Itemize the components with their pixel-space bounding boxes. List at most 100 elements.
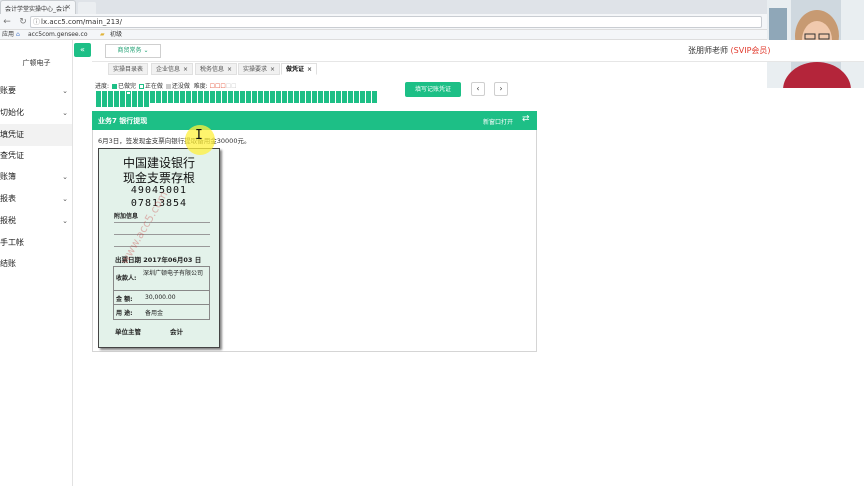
sidebar-item-4[interactable]: 账簿 ⌄	[0, 166, 72, 188]
sidebar-item-7[interactable]: 手工帐	[0, 232, 72, 254]
home-icon[interactable]: ⌂	[16, 30, 20, 40]
back-icon[interactable]: ←	[2, 16, 12, 28]
progress-cell[interactable]	[258, 99, 263, 103]
progress-cell[interactable]	[114, 103, 119, 107]
progress-cell[interactable]	[216, 99, 221, 103]
task-description: 6月3日，签发现金支票向银行提取备用金30000元。	[98, 137, 251, 145]
progress-cell[interactable]	[228, 99, 233, 103]
progress-cell[interactable]	[276, 99, 281, 103]
progress-cell[interactable]	[300, 99, 305, 103]
url-input[interactable]: ⓘ lx.acc5.com/main_213/	[30, 16, 762, 28]
progress-cell[interactable]	[270, 99, 275, 103]
progress-cell[interactable]	[180, 99, 185, 103]
progress-cell[interactable]	[192, 99, 197, 103]
close-icon[interactable]: ×	[227, 66, 232, 73]
close-icon[interactable]: ×	[270, 66, 275, 73]
progress-cell[interactable]	[264, 99, 269, 103]
prev-button[interactable]: ‹	[471, 82, 485, 96]
tab-label: 实操要求	[243, 66, 268, 73]
progress-cell[interactable]	[120, 103, 125, 107]
tab-tax-info[interactable]: 税务信息 ×	[195, 63, 238, 75]
progress-cell[interactable]	[312, 99, 317, 103]
progress-cell[interactable]	[234, 99, 239, 103]
sidebar-item-3[interactable]: 查凭证	[0, 145, 72, 167]
tab-company-info[interactable]: 企业信息 ×	[151, 63, 194, 75]
purpose-label: 用 途:	[116, 310, 133, 317]
browser-tab-bar	[0, 0, 864, 14]
amount-label: 金 额:	[116, 296, 133, 303]
sidebar-item-label: 填凭证	[0, 130, 24, 139]
progress-cell[interactable]	[348, 99, 353, 103]
progress-cell[interactable]	[132, 103, 137, 107]
progress-cell[interactable]	[240, 99, 245, 103]
progress-cell[interactable]	[306, 99, 311, 103]
progress-cell[interactable]	[186, 99, 191, 103]
sidebar-item-1[interactable]: 切始化 ⌄	[0, 102, 72, 124]
difficulty-empty-stars: ☐☐	[225, 83, 237, 90]
supervisor-label: 单位主管	[115, 328, 141, 336]
collapse-sidebar-button[interactable]: «	[74, 43, 91, 57]
progress-cell[interactable]	[156, 99, 161, 103]
sidebar-item-label: 切始化	[0, 108, 24, 117]
close-icon[interactable]: ×	[183, 66, 188, 73]
progress-cell[interactable]	[318, 99, 323, 103]
progress-cell[interactable]	[288, 99, 293, 103]
progress-cell[interactable]	[108, 103, 113, 107]
progress-cell[interactable]	[204, 99, 209, 103]
progress-cell[interactable]	[366, 99, 371, 103]
sidebar-item-0[interactable]: 账要 ⌄	[0, 80, 72, 102]
progress-cell[interactable]	[174, 99, 179, 103]
progress-cell[interactable]	[342, 99, 347, 103]
progress-cell[interactable]	[282, 99, 287, 103]
browser-tab[interactable]: 会计学堂实操中心_会计 ×	[0, 0, 76, 14]
tab-voucher[interactable]: 做凭证 ×	[281, 63, 318, 75]
progress-cell[interactable]	[294, 99, 299, 103]
accountant-label: 会计	[170, 328, 183, 336]
tab-catalog[interactable]: 实操目录表	[108, 63, 149, 75]
close-icon[interactable]: ×	[307, 66, 312, 73]
bookmarks-bar: 应用 ⌂ acc5com.gensee.co ▰ 初级	[0, 30, 864, 40]
open-new-window-link[interactable]: 新窗口打开	[483, 117, 513, 126]
progress-cell[interactable]	[126, 103, 131, 107]
page-info-icon: ⓘ	[33, 18, 40, 26]
progress-cell[interactable]	[198, 99, 203, 103]
progress-cell[interactable]	[360, 99, 365, 103]
fill-voucher-button[interactable]: 填写记账凭证	[405, 82, 461, 97]
sidebar-item-8[interactable]: 结账	[0, 253, 72, 275]
swap-icon[interactable]: ⇄	[522, 114, 530, 124]
progress-cell[interactable]	[252, 99, 257, 103]
next-button[interactable]: ›	[494, 82, 508, 96]
progress-cell[interactable]	[96, 103, 101, 107]
progress-cell[interactable]	[324, 99, 329, 103]
stub-rule	[114, 234, 210, 235]
progress-cell[interactable]	[168, 99, 173, 103]
progress-cell[interactable]	[222, 99, 227, 103]
progress-cell[interactable]	[162, 99, 167, 103]
reload-icon[interactable]: ↻	[18, 16, 28, 28]
sidebar-item-2[interactable]: 填凭证	[0, 124, 72, 146]
dropdown-label: 商贸常务	[117, 47, 142, 54]
progress-cell[interactable]	[210, 99, 215, 103]
progress-cell[interactable]	[354, 99, 359, 103]
purpose-value: 备用金	[145, 310, 164, 317]
progress-cell[interactable]	[138, 103, 143, 107]
sidebar-item-5[interactable]: 报表 ⌄	[0, 188, 72, 210]
user-name[interactable]: 张朋师老师 (SVIP会员)	[688, 45, 771, 56]
progress-cell[interactable]	[330, 99, 335, 103]
sidebar-item-6[interactable]: 报税 ⌄	[0, 210, 72, 232]
progress-cell[interactable]	[144, 103, 149, 107]
bookmark-folder[interactable]: 初级	[110, 30, 122, 40]
progress-cell[interactable]	[102, 103, 107, 107]
tab-requirements[interactable]: 实操要求 ×	[238, 63, 281, 75]
progress-cell[interactable]	[150, 99, 155, 103]
close-icon[interactable]: ×	[65, 3, 71, 11]
progress-cell[interactable]	[372, 99, 377, 103]
payee-label: 收款人:	[116, 275, 137, 282]
new-tab-button[interactable]	[78, 2, 96, 14]
bookmark-apps[interactable]: 应用	[2, 30, 14, 40]
tab-label: 做凭证	[286, 66, 305, 73]
progress-cell[interactable]	[246, 99, 251, 103]
progress-cell[interactable]	[336, 99, 341, 103]
industry-dropdown[interactable]: 商贸常务 ⌄	[105, 44, 161, 58]
bookmark-gensee[interactable]: acc5com.gensee.co	[28, 30, 88, 40]
